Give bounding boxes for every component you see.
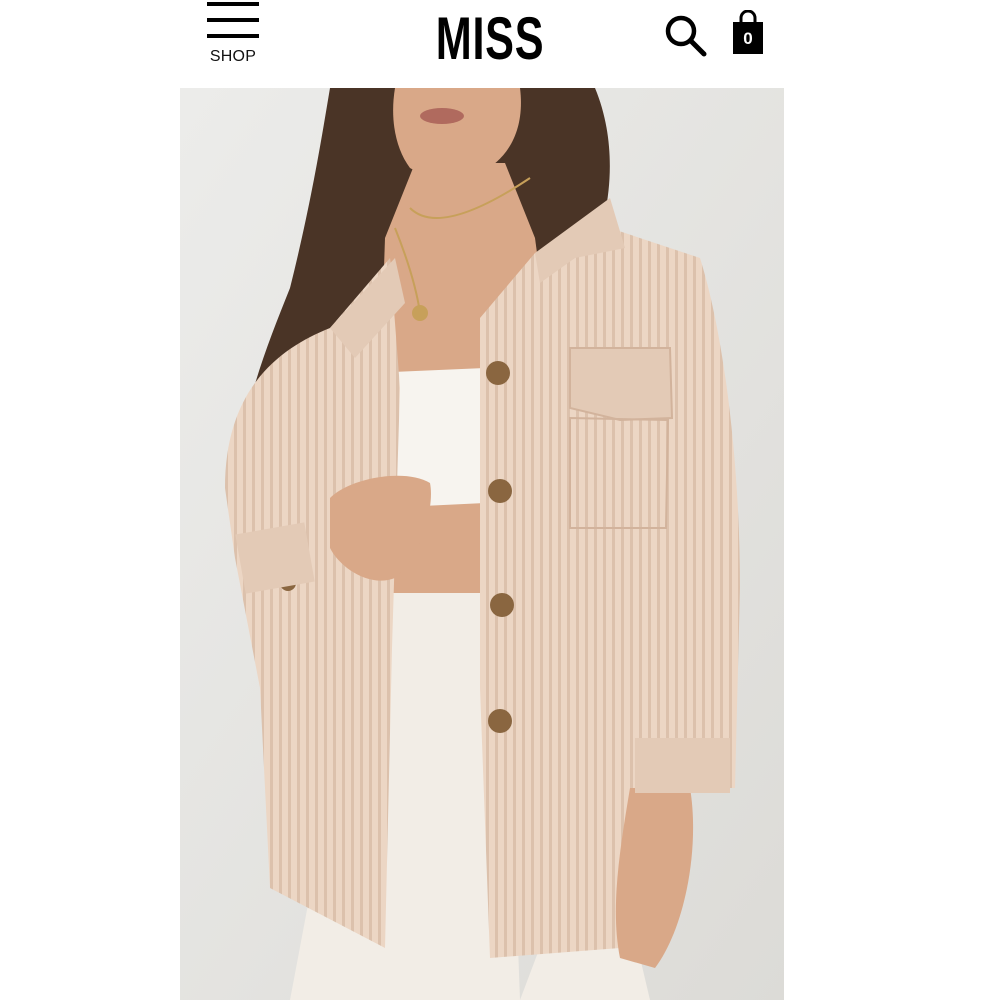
search-button[interactable] [662, 12, 710, 60]
shop-menu-button[interactable]: SHOP [202, 2, 264, 68]
cart-button[interactable]: 0 [730, 9, 766, 56]
shop-menu-label: SHOP [209, 48, 257, 65]
product-photo[interactable] [180, 88, 784, 1000]
product-photo-illustration [180, 88, 784, 1000]
hamburger-menu-icon [207, 2, 259, 40]
site-header: SHOP MISS LOLA 0 [0, 0, 1000, 150]
cart-count-badge: 0 [743, 29, 753, 48]
search-icon [665, 15, 707, 57]
brand-logo[interactable]: MISS LOLA [375, 0, 605, 150]
